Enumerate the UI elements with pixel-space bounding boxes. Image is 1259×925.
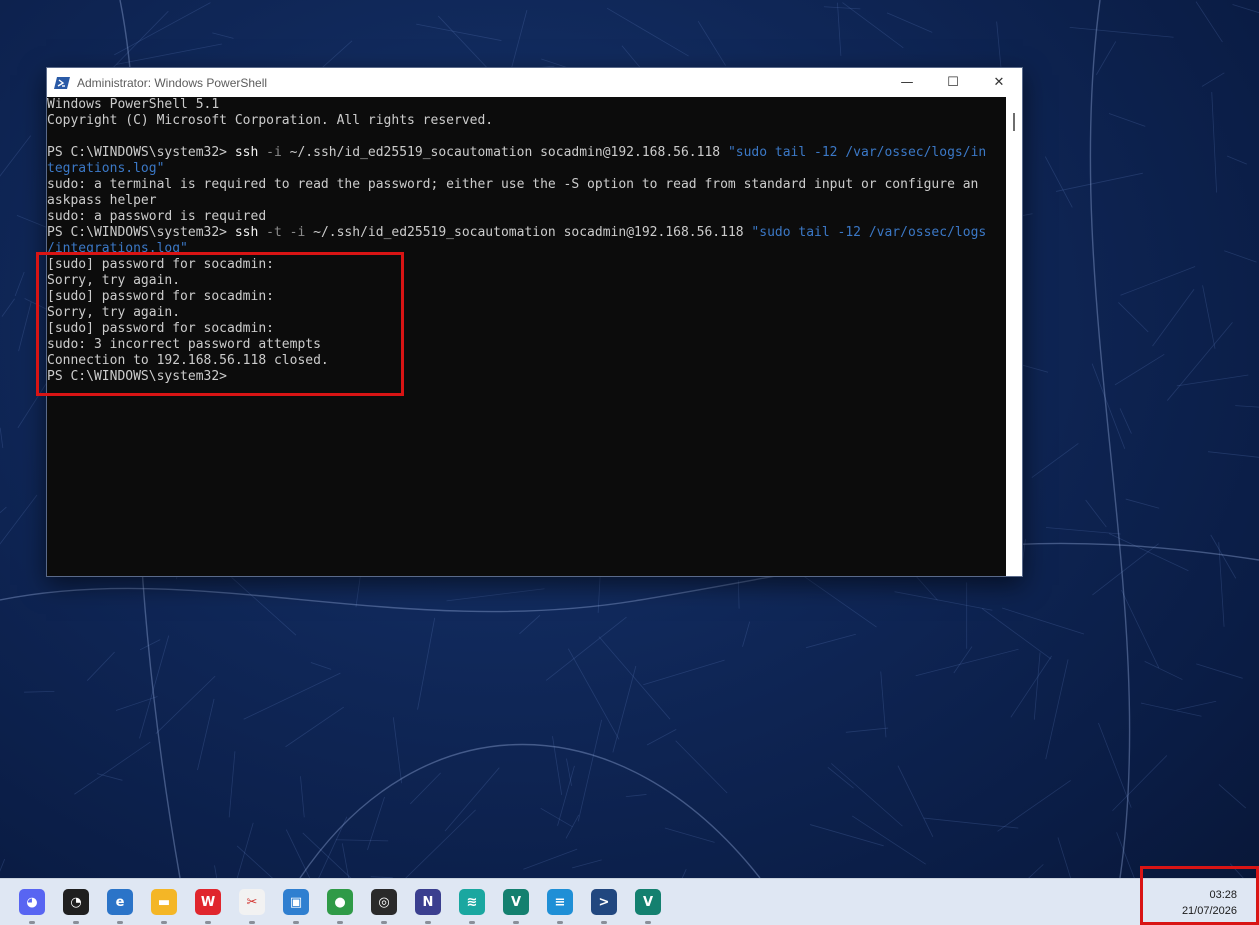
console-text: askpass helper: [47, 193, 157, 208]
running-indicator: [601, 921, 607, 924]
console-line: Windows PowerShell 5.1: [47, 97, 1006, 113]
console-text: "sudo tail -12 /var/ossec/logs/in: [727, 145, 987, 160]
running-indicator: [381, 921, 387, 924]
vmware-2-icon[interactable]: V: [635, 889, 661, 915]
console-text: -i: [258, 145, 290, 160]
console-text: PS C:\WINDOWS\system32>: [47, 225, 235, 240]
console-text: ~/.ssh/id_ed25519_socautomation socadmin…: [289, 145, 728, 160]
console-text: "sudo tail -12 /var/ossec/logs: [751, 225, 987, 240]
console-text: Copyright (C) Microsoft Corporation. All…: [47, 113, 494, 128]
running-indicator: [425, 921, 431, 924]
console-text: sudo: a password is required: [47, 209, 267, 224]
discord-icon[interactable]: ◕: [19, 889, 45, 915]
console-text: sudo: a terminal is required to read the…: [47, 177, 979, 192]
scrollbar-thumb[interactable]: [1013, 113, 1015, 131]
running-indicator: [161, 921, 167, 924]
virtualbox-icon[interactable]: ▣: [283, 889, 309, 915]
console-line: sudo: a terminal is required to read the…: [47, 177, 1006, 193]
console-text: PS C:\WINDOWS\system32>: [47, 145, 235, 160]
running-indicator: [469, 921, 475, 924]
obs-icon[interactable]: ◎: [371, 889, 397, 915]
console-text: Windows PowerShell 5.1: [47, 97, 220, 112]
window-title: Administrator: Windows PowerShell: [77, 75, 268, 90]
running-indicator: [73, 921, 79, 924]
edge-icon[interactable]: e: [107, 889, 133, 915]
minimize-button[interactable]: —: [884, 68, 930, 97]
console-line: PS C:\WINDOWS\system32> ssh -t -i ~/.ssh…: [47, 225, 1006, 241]
file-explorer-icon[interactable]: ▬: [151, 889, 177, 915]
wave-icon[interactable]: ≋: [459, 889, 485, 915]
maximize-button[interactable]: ☐: [930, 68, 976, 97]
console-text: ~/.ssh/id_ed25519_socautomation socadmin…: [313, 225, 752, 240]
running-indicator: [29, 921, 35, 924]
powershell-icon[interactable]: >: [591, 889, 617, 915]
running-indicator: [249, 921, 255, 924]
notion-icon[interactable]: N: [415, 889, 441, 915]
console-line: Copyright (C) Microsoft Corporation. All…: [47, 113, 1006, 129]
running-indicator: [293, 921, 299, 924]
taskbar: 03:28 21/07/2026 ◕ ◔ e ▬ W ✂ ▣ ● ◎ N ≋ V ≡ > V: [0, 878, 1259, 925]
console-text: tegrations.log": [47, 161, 165, 176]
running-indicator: [513, 921, 519, 924]
console-line: tegrations.log": [47, 161, 1006, 177]
vertical-scrollbar[interactable]: [1006, 97, 1022, 576]
running-indicator: [337, 921, 343, 924]
console-text: -t -i: [258, 225, 314, 240]
title-bar[interactable]: Administrator: Windows PowerShell — ☐ ✕: [47, 68, 1022, 97]
running-indicator: [117, 921, 123, 924]
wps-office-icon[interactable]: W: [195, 889, 221, 915]
running-indicator: [205, 921, 211, 924]
running-indicator: [557, 921, 563, 924]
console-line: askpass helper: [47, 193, 1006, 209]
console-line: sudo: a password is required: [47, 209, 1006, 225]
window-controls: — ☐ ✕: [884, 68, 1022, 97]
console-text: ssh: [234, 145, 259, 160]
chrome-icon[interactable]: ●: [327, 889, 353, 915]
snipping-tool-icon[interactable]: ✂: [239, 889, 265, 915]
vmware-icon[interactable]: V: [503, 889, 529, 915]
highlight-box-clock: [1140, 866, 1259, 925]
running-indicator: [645, 921, 651, 924]
powershell-icon: [54, 75, 70, 91]
speedometer-icon[interactable]: ◔: [63, 889, 89, 915]
console-text: ssh: [234, 225, 259, 240]
notepad-icon[interactable]: ≡: [547, 889, 573, 915]
highlight-box-sudo-output: [36, 252, 404, 396]
console-line: PS C:\WINDOWS\system32> ssh -i ~/.ssh/id…: [47, 145, 1006, 161]
close-button[interactable]: ✕: [976, 68, 1022, 97]
